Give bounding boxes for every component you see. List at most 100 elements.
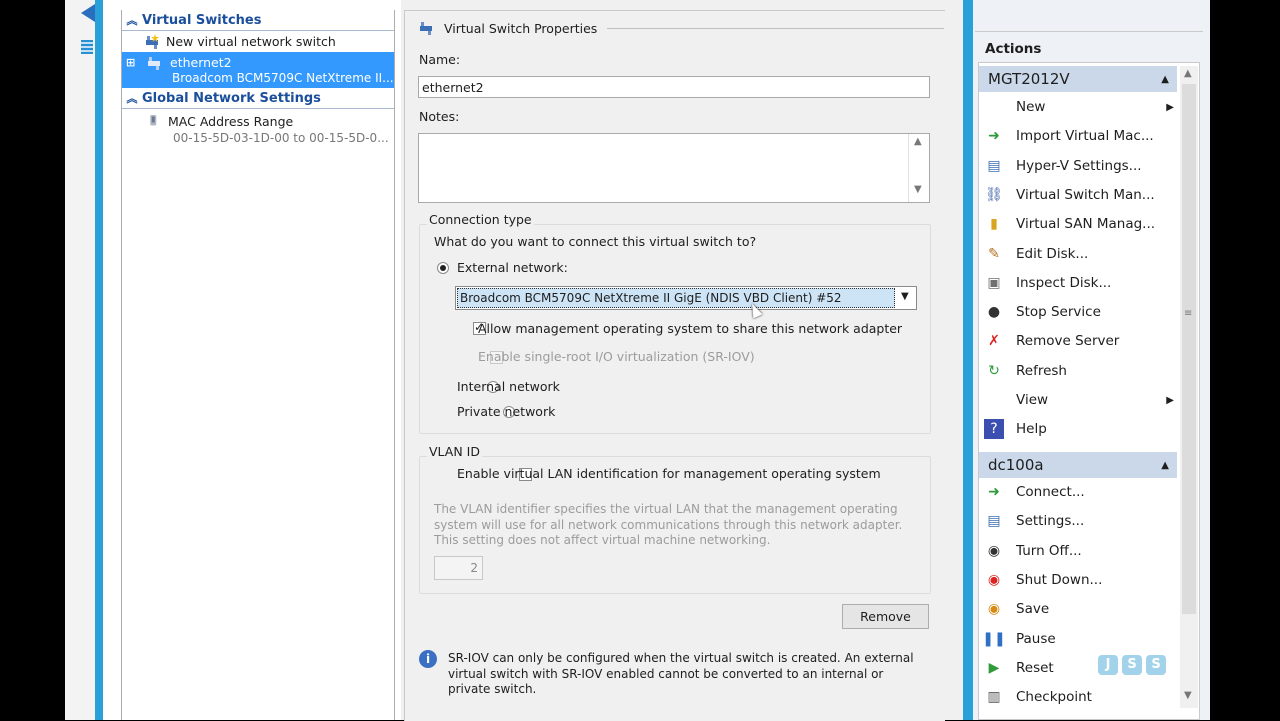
action-new[interactable]: New ▶ <box>984 94 1174 120</box>
submenu-arrow-icon: ▶ <box>1166 394 1174 406</box>
action-label: Refresh <box>1016 363 1067 379</box>
remove-icon: ✗ <box>984 331 1004 351</box>
notes-label: Notes: <box>419 109 460 124</box>
action-label: Checkpoint <box>1016 689 1092 705</box>
action-label: Edit Disk... <box>1016 246 1089 262</box>
scroll-grip-icon: ≡ <box>1184 308 1193 319</box>
action-label: Turn Off... <box>1016 543 1082 559</box>
action-remove-server[interactable]: ✗ Remove Server <box>984 328 1174 354</box>
remove-button[interactable]: Remove <box>842 604 929 629</box>
collapse-chevron-icon[interactable]: ︽ <box>122 12 142 28</box>
notes-scrollbar[interactable]: ▲ ▼ <box>908 134 929 202</box>
action-label: Stop Service <box>1016 304 1101 320</box>
expand-plus-icon[interactable]: ⊞ <box>126 56 135 69</box>
vlan-id-input: 2 <box>434 556 483 580</box>
action-label: Pause <box>1016 631 1056 647</box>
network-switch-icon <box>420 22 432 35</box>
server-actions-header[interactable]: MGT2012V ▲ <box>979 66 1177 92</box>
watermark-logo: J S S <box>1098 655 1166 675</box>
internal-network-label: Internal network <box>457 379 560 394</box>
sriov-label: Enable single-root I/O virtualization (S… <box>478 349 755 364</box>
action-view[interactable]: View ▶ <box>984 387 1174 413</box>
window-frame-left <box>95 0 103 720</box>
action-label: Shut Down... <box>1016 572 1103 588</box>
submenu-arrow-icon: ▶ <box>1166 101 1174 113</box>
action-label: Help <box>1016 421 1047 437</box>
watermark-letter: J <box>1098 655 1118 675</box>
edit-disk-icon: ✎ <box>984 244 1004 264</box>
vlan-id-label: VLAN ID <box>427 444 482 459</box>
action-hyper-v-settings[interactable]: ▤ Hyper-V Settings... <box>984 153 1174 179</box>
scroll-thumb[interactable] <box>1182 84 1196 614</box>
external-network-label: External network: <box>457 260 568 275</box>
connection-type-label: Connection type <box>427 212 534 227</box>
import-icon: ➜ <box>984 126 1004 146</box>
action-edit-disk[interactable]: ✎ Edit Disk... <box>984 241 1174 267</box>
refresh-icon: ↻ <box>984 361 1004 381</box>
shutdown-icon: ◉ <box>984 570 1004 590</box>
global-network-settings-header[interactable]: ︽ Global Network Settings <box>122 88 394 109</box>
pause-icon: ❚❚ <box>982 629 1006 649</box>
window-right-edge <box>1203 0 1210 720</box>
settings-icon: ▤ <box>984 156 1004 176</box>
window-frame-divider <box>963 0 973 720</box>
settings-tree: ︽ Virtual Switches New virtual network s… <box>121 10 395 720</box>
scroll-down-icon[interactable]: ▼ <box>1184 690 1192 701</box>
action-stop-service[interactable]: ● Stop Service <box>984 299 1174 325</box>
scroll-up-icon[interactable]: ▲ <box>1184 68 1192 79</box>
action-label: Remove Server <box>1016 333 1120 349</box>
external-network-radio[interactable] <box>437 262 449 274</box>
action-label: New <box>1016 99 1046 115</box>
help-icon: ? <box>984 419 1004 439</box>
vlan-description: The VLAN identifier specifies the virtua… <box>434 502 903 547</box>
collapse-up-icon[interactable]: ▲ <box>1161 74 1169 85</box>
info-icon: i <box>419 650 437 668</box>
new-virtual-switch-item[interactable]: New virtual network switch <box>122 31 394 52</box>
action-help[interactable]: ? Help <box>984 416 1174 442</box>
name-input[interactable]: ethernet2 <box>418 76 930 98</box>
black-border-right <box>1210 0 1280 720</box>
chevron-down-icon[interactable]: ▼ <box>901 291 909 302</box>
actions-scrollbar[interactable]: ▲ ≡ ▼ <box>1180 66 1198 708</box>
action-label: Reset <box>1016 660 1054 676</box>
action-import-virtual-mac[interactable]: ➜ Import Virtual Mac... <box>984 123 1174 149</box>
action-settings[interactable]: ▤ Settings... <box>984 508 1174 534</box>
switch-icon <box>148 57 160 70</box>
left-navigation-strip <box>65 0 95 720</box>
watermark-letter: S <box>1146 655 1166 675</box>
mac-address-range-item[interactable]: MAC Address Range 00-15-5D-03-1D-00 to 0… <box>122 109 394 149</box>
action-save[interactable]: ◉ Save <box>984 596 1174 622</box>
save-icon: ◉ <box>984 599 1004 619</box>
scroll-up-icon[interactable]: ▲ <box>914 136 922 147</box>
back-arrow-icon[interactable] <box>81 4 95 22</box>
grid-icon[interactable] <box>81 40 93 54</box>
vm-settings-icon: ▤ <box>984 511 1004 531</box>
action-label: Hyper-V Settings... <box>1016 158 1142 174</box>
action-virtual-switch-man[interactable]: ⛓ Virtual Switch Man... <box>984 182 1174 208</box>
action-turn-off[interactable]: ◉ Turn Off... <box>984 538 1174 564</box>
action-virtual-san-manag[interactable]: ▮ Virtual SAN Manag... <box>984 211 1174 237</box>
stop-icon: ● <box>984 302 1004 322</box>
blank-icon <box>984 97 1004 117</box>
action-inspect-disk[interactable]: ▣ Inspect Disk... <box>984 270 1174 296</box>
action-shut-down[interactable]: ◉ Shut Down... <box>984 567 1174 593</box>
scroll-down-icon[interactable]: ▼ <box>914 184 922 195</box>
adapter-dropdown[interactable]: Broadcom BCM5709C NetXtreme II GigE (NDI… <box>455 286 917 310</box>
properties-title: Virtual Switch Properties <box>444 20 598 36</box>
turn-off-icon: ◉ <box>984 541 1004 561</box>
connection-question: What do you want to connect this virtual… <box>434 234 757 249</box>
switch-name: ethernet2 <box>170 55 232 70</box>
collapse-up-icon[interactable]: ▲ <box>1161 460 1169 471</box>
switch-item-ethernet2[interactable]: ⊞ ethernet2 Broadcom BCM5709C NetXtreme … <box>122 52 394 88</box>
checkpoint-icon: ▥ <box>984 687 1004 707</box>
action-refresh[interactable]: ↻ Refresh <box>984 358 1174 384</box>
action-connect[interactable]: ➜ Connect... <box>984 479 1174 505</box>
properties-title-row: Virtual Switch Properties <box>418 18 944 38</box>
notes-textarea[interactable] <box>418 133 930 203</box>
action-pause[interactable]: ❚❚ Pause <box>982 626 1174 652</box>
action-checkpoint[interactable]: ▥ Checkpoint <box>984 684 1174 710</box>
virtual-switches-header[interactable]: ︽ Virtual Switches <box>122 10 394 31</box>
allow-management-label: Allow management operating system to sha… <box>478 321 903 336</box>
collapse-chevron-icon[interactable]: ︽ <box>122 90 142 106</box>
vm-actions-header[interactable]: dc100a ▲ <box>979 452 1177 478</box>
